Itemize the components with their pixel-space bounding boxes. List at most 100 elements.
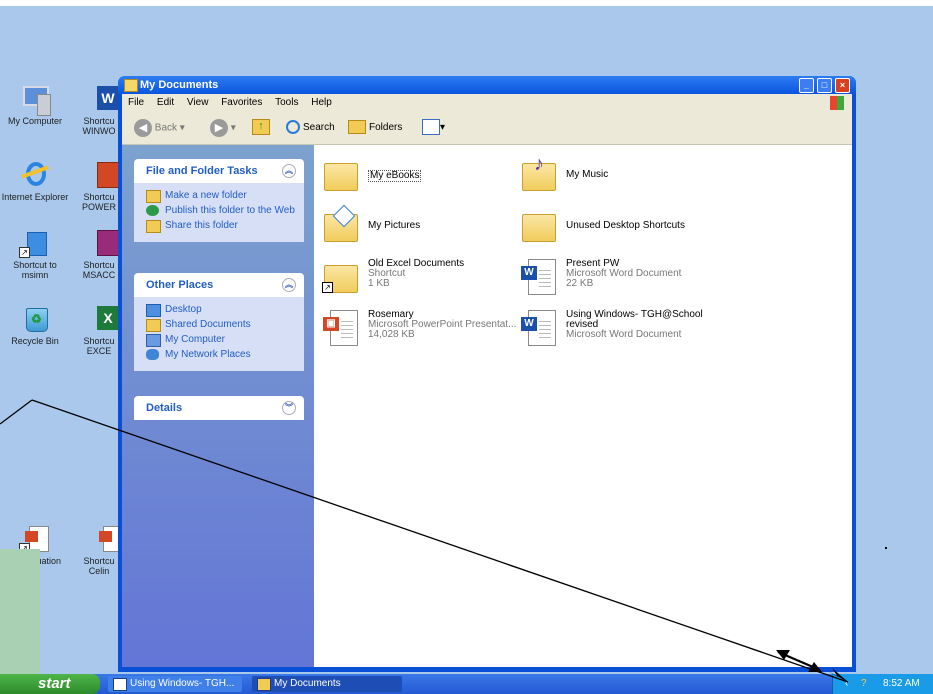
details-header[interactable]: Details ︾ — [134, 396, 304, 420]
other-places-body: Desktop Shared Documents My Computer My … — [134, 297, 304, 371]
file-item-my-pictures[interactable]: My Pictures — [322, 204, 522, 248]
file-item-old-excel-documents[interactable]: ↗ Old Excel Documents Shortcut 1 KB — [322, 259, 522, 299]
title-bar[interactable]: My Documents _ □ × — [118, 76, 856, 94]
desktop-icon-presentation-shortcut-2[interactable]: Shortcu Celin — [75, 524, 123, 576]
desktop-icon-my-computer[interactable]: My Computer — [0, 84, 70, 126]
powerpoint-document-icon: ▣ — [322, 310, 358, 346]
task-pane: File and Folder Tasks ︽ Make a new folde… — [122, 145, 314, 667]
presentation-shortcut-icon — [83, 524, 123, 554]
publish-folder-link[interactable]: Publish this folder to the Web — [146, 205, 296, 216]
share-folder-link[interactable]: Share this folder — [146, 220, 296, 233]
word-document-icon: W — [520, 310, 556, 346]
recycle-bin-icon: ♻ — [19, 304, 51, 334]
tray-chevron-icon[interactable]: ‹ — [845, 674, 848, 694]
desktop-icon-msimn[interactable]: ↗ Shortcut to msimn — [0, 228, 70, 280]
desktop-link[interactable]: Desktop — [146, 304, 296, 317]
my-computer-link[interactable]: My Computer — [146, 334, 296, 347]
menu-tools[interactable]: Tools — [275, 97, 298, 108]
file-list: My eBooks ♪ My Music My Pictures Unused … — [314, 145, 852, 667]
maximize-button[interactable]: □ — [817, 78, 832, 93]
window-title: My Documents — [140, 79, 219, 91]
file-item-my-ebooks[interactable]: My eBooks — [322, 157, 522, 197]
desktop-icon-recycle-bin[interactable]: ♻ Recycle Bin — [0, 304, 70, 346]
file-item-unused-desktop-shortcuts[interactable]: Unused Desktop Shortcuts — [520, 208, 720, 248]
search-button[interactable]: Search — [286, 119, 335, 137]
details-panel: Details ︾ — [134, 396, 304, 420]
toolbar: ◀ Back ▾ ▶ ▾ ↑ Search Folders ▾ — [122, 112, 852, 145]
shortcut-arrow-icon: ↗ — [19, 247, 30, 258]
annotation-dot — [885, 547, 887, 549]
folders-icon — [348, 120, 366, 135]
network-places-icon — [146, 349, 159, 360]
taskbar-button-using-windows[interactable]: Using Windows- TGH... — [108, 676, 242, 692]
publish-web-icon — [146, 205, 159, 216]
folder-shortcut-icon: ↗ — [322, 259, 358, 293]
desktop-icon-word-shortcut[interactable]: W Shortcu WINWO — [75, 84, 123, 136]
forward-dropdown-icon: ▾ — [230, 122, 236, 134]
excel-shortcut-icon: X — [83, 304, 119, 334]
file-folder-tasks-header[interactable]: File and Folder Tasks ︽ — [134, 159, 304, 183]
desktop-icon-internet-explorer[interactable]: Internet Explorer — [0, 160, 70, 202]
forward-arrow-icon: ▶ — [210, 119, 228, 137]
folder-icon — [520, 208, 556, 242]
desktop-icon-powerpoint-shortcut[interactable]: Shortcu POWER — [75, 160, 123, 212]
back-button[interactable]: ◀ Back ▾ — [134, 119, 185, 137]
my-computer-icon — [146, 334, 161, 347]
menu-help[interactable]: Help — [311, 97, 332, 108]
menu-view[interactable]: View — [187, 97, 209, 108]
my-network-places-link[interactable]: My Network Places — [146, 349, 296, 360]
other-places-header[interactable]: Other Places ︽ — [134, 273, 304, 297]
other-places-panel: Other Places ︽ Desktop Shared Documents … — [134, 273, 304, 371]
green-side-panel — [0, 549, 40, 674]
clock: 8:52 AM — [883, 678, 920, 689]
menu-favorites[interactable]: Favorites — [221, 97, 262, 108]
msimn-shortcut-icon: ↗ — [19, 228, 51, 258]
desktop-icon-access-shortcut[interactable]: Shortcu MSACC — [75, 228, 123, 280]
menu-file[interactable]: File — [128, 97, 144, 108]
internet-explorer-icon — [19, 160, 51, 190]
start-button[interactable]: start — [0, 674, 100, 694]
taskbar: start Using Windows- TGH... My Documents… — [0, 674, 933, 694]
music-folder-icon: ♪ — [520, 153, 556, 191]
file-item-present-pw[interactable]: W Present PW Microsoft Word Document 22 … — [520, 259, 720, 299]
back-dropdown-icon: ▾ — [179, 122, 185, 134]
pictures-folder-icon — [322, 204, 358, 242]
make-new-folder-link[interactable]: Make a new folder — [146, 190, 296, 203]
views-button[interactable]: ▾ — [422, 119, 445, 137]
share-folder-icon — [146, 220, 161, 233]
taskbar-button-my-documents[interactable]: My Documents — [252, 676, 402, 692]
folder-icon — [124, 79, 138, 92]
top-white-strip — [0, 0, 933, 6]
back-arrow-icon: ◀ — [134, 119, 152, 137]
up-folder-button[interactable]: ↑ — [252, 119, 270, 137]
new-folder-icon — [146, 190, 161, 203]
search-icon — [286, 120, 300, 135]
word-document-icon: W — [520, 259, 556, 295]
menu-edit[interactable]: Edit — [157, 97, 174, 108]
menu-bar: File Edit View Favorites Tools Help — [122, 94, 852, 112]
folder-icon — [322, 157, 358, 191]
expand-chevron-icon[interactable]: ︾ — [282, 401, 296, 415]
file-item-using-windows[interactable]: W Using Windows- TGH@School revised Micr… — [520, 310, 720, 350]
forward-button[interactable]: ▶ ▾ — [210, 119, 236, 137]
access-shortcut-icon — [83, 228, 121, 258]
powerpoint-shortcut-icon — [83, 160, 121, 190]
collapse-chevron-icon[interactable]: ︽ — [282, 164, 296, 178]
desktop-icon — [146, 304, 161, 317]
shared-documents-icon — [146, 319, 161, 332]
desktop-icon-excel-shortcut[interactable]: X Shortcu EXCE — [75, 304, 123, 356]
views-dropdown-icon: ▾ — [440, 122, 446, 133]
word-document-icon — [113, 678, 127, 691]
windows-logo-icon — [830, 96, 844, 110]
system-tray: ‹ ? 8:52 AM — [832, 674, 933, 694]
tray-help-icon[interactable]: ? — [861, 674, 867, 694]
collapse-chevron-icon[interactable]: ︽ — [282, 278, 296, 292]
file-folder-tasks-body: Make a new folder Publish this folder to… — [134, 183, 304, 242]
close-button[interactable]: × — [835, 78, 850, 93]
minimize-button[interactable]: _ — [799, 78, 814, 93]
shared-documents-link[interactable]: Shared Documents — [146, 319, 296, 332]
file-item-my-music[interactable]: ♪ My Music — [520, 153, 720, 197]
folder-icon — [257, 678, 271, 691]
folders-button[interactable]: Folders — [348, 119, 402, 137]
file-item-rosemary[interactable]: ▣ Rosemary Microsoft PowerPoint Presenta… — [322, 310, 522, 350]
